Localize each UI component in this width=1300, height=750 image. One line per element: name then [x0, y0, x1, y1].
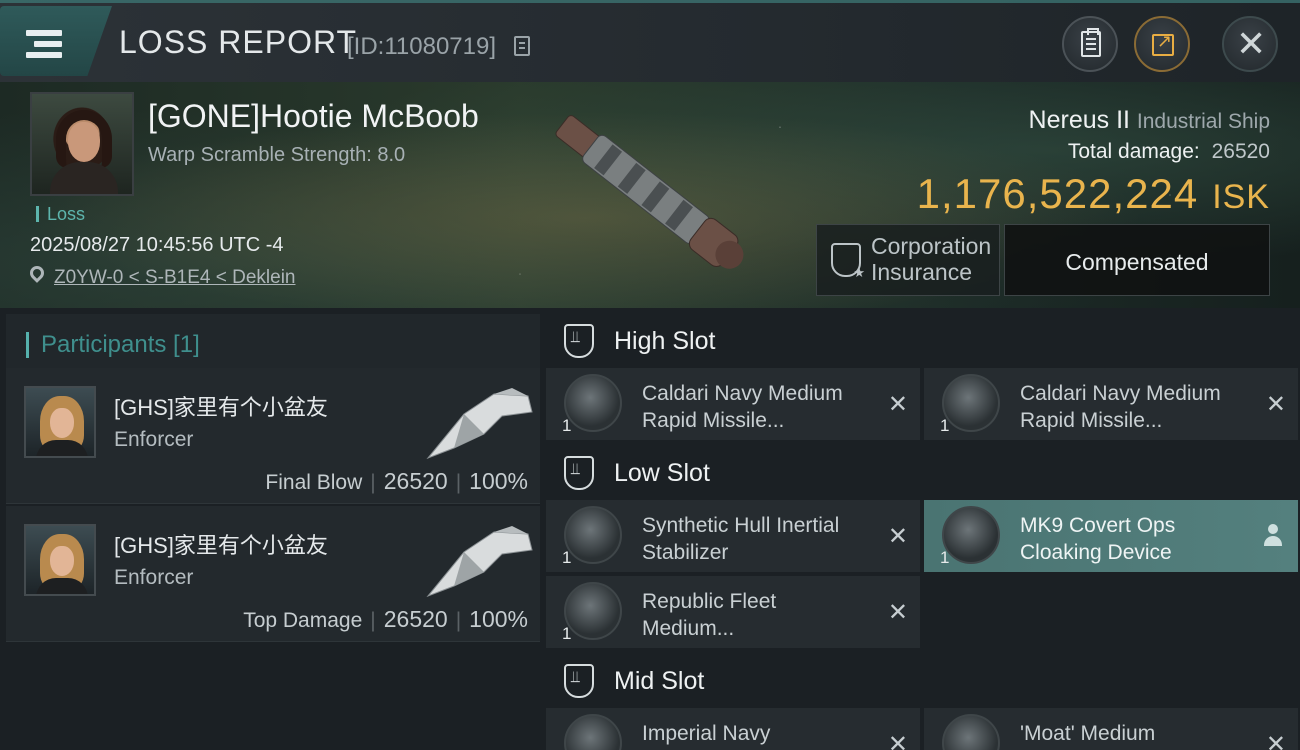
participant-stats: Top Damage | 26520 | 100%	[243, 606, 528, 632]
low-slot-title: Low Slot	[614, 459, 710, 487]
ship-render	[555, 115, 744, 269]
location-link[interactable]: Z0YW-0 < S-B1E4 < Deklein	[54, 267, 295, 289]
participant-ship: Enforcer	[114, 428, 194, 451]
module-name: Synthetic Hull Inertial Stabilizer	[642, 514, 840, 564]
hamburger-icon	[26, 30, 62, 58]
loss-tag: Loss	[36, 205, 85, 223]
participant-avatar[interactable]	[24, 386, 96, 458]
participant-ship-icon	[426, 388, 533, 460]
share-button[interactable]	[1134, 16, 1190, 72]
isk-value-line: 1,176,522,224 ISK	[917, 170, 1270, 218]
high-slot-header: High Slot	[542, 310, 1300, 370]
warp-scramble-strength: Warp Scramble Strength: 8.0	[148, 144, 406, 166]
low-slot-header: Low Slot	[542, 442, 1300, 502]
compensation-label: Compensated	[1065, 249, 1209, 275]
menu-button[interactable]	[0, 6, 112, 76]
module-item[interactable]: 1 'Moat' Medium ✕	[924, 708, 1298, 750]
destroyed-x-icon: ✕	[887, 391, 908, 418]
person-icon	[1264, 524, 1282, 546]
module-icon	[942, 714, 1000, 750]
destroyed-x-icon: ✕	[1265, 731, 1286, 750]
module-name: Imperial Navy	[642, 722, 771, 745]
close-button[interactable]: ✕	[1222, 16, 1278, 72]
victim-avatar[interactable]	[30, 92, 134, 196]
module-item[interactable]: 1 Synthetic Hull Inertial Stabilizer ✕	[546, 500, 920, 572]
ship-name[interactable]: Nereus II	[1029, 106, 1130, 134]
header-accent-line	[0, 0, 1300, 3]
module-name: 'Moat' Medium	[1020, 722, 1156, 745]
victim-name[interactable]: [GONE]Hootie McBoob	[148, 98, 479, 135]
module-item[interactable]: 1 Caldari Navy Medium Rapid Missile... ✕	[924, 368, 1298, 440]
low-slot-icon	[564, 456, 594, 490]
participant-percent: 100%	[469, 468, 528, 494]
module-name: MK9 Covert Ops Cloaking Device	[1020, 514, 1176, 564]
high-slot-title: High Slot	[614, 327, 716, 355]
loss-banner: [GONE]Hootie McBoob Warp Scramble Streng…	[0, 82, 1300, 308]
participant-ship: Enforcer	[114, 566, 194, 589]
destroyed-x-icon: ✕	[887, 523, 908, 550]
participant-damage: 26520	[383, 606, 448, 632]
module-name: Caldari Navy Medium Rapid Missile...	[642, 382, 843, 432]
module-quantity: 1	[940, 548, 950, 567]
module-quantity: 1	[562, 416, 572, 435]
share-icon	[1152, 31, 1174, 56]
page-title: LOSS REPORT	[119, 23, 358, 61]
participant-ship-icon	[426, 526, 533, 598]
participant-damage: 26520	[383, 468, 448, 494]
high-slot-icon	[564, 324, 594, 358]
participant-card[interactable]: [GHS]家里有个小盆友 Enforcer Final Blow | 26520 | 1…	[6, 368, 540, 504]
participants-title: Participants [1]	[26, 332, 200, 358]
ship-name-line: Nereus II Industrial Ship	[1029, 106, 1270, 135]
module-item[interactable]: 1 Imperial Navy ✕	[546, 708, 920, 750]
participant-role: Final Blow	[265, 471, 363, 494]
participants-header: Participants [1]	[6, 314, 540, 372]
plate-icon	[564, 582, 622, 640]
destroyed-x-icon: ✕	[1265, 391, 1286, 418]
fitting-panel: High Slot 1 Caldari Navy MediumRapid Mis…	[542, 308, 1300, 750]
report-id: [ID:11080719]	[347, 33, 497, 60]
participant-name: [GHS]家里有个小盆友	[114, 395, 328, 420]
isk-value: 1,176,522,224	[916, 170, 1199, 217]
module-name: Caldari Navy Medium Rapid Missile...	[1020, 382, 1221, 432]
insurance-label: Corporation Insurance	[871, 233, 992, 285]
header-bar: LOSS REPORT [ID:11080719] ✕	[0, 0, 1300, 82]
total-damage-value: 26520	[1211, 140, 1270, 163]
isk-currency: ISK	[1212, 178, 1270, 216]
module-item[interactable]: 1 Republic Fleet Medium... ✕	[546, 576, 920, 648]
launcher-icon	[942, 374, 1000, 432]
ship-class: Industrial Ship	[1136, 110, 1270, 133]
total-damage-label: Total damage:	[1067, 140, 1200, 163]
cloaking-device-icon	[942, 506, 1000, 564]
destroyed-x-icon: ✕	[887, 731, 908, 750]
mid-slot-header: Mid Slot	[542, 650, 1300, 710]
compensation-status: Compensated	[1004, 224, 1270, 296]
copy-id-icon[interactable]	[514, 36, 530, 56]
launcher-icon	[564, 374, 622, 432]
corporation-insurance-badge[interactable]: Corporation Insurance	[816, 224, 1000, 296]
destroyed-x-icon: ✕	[887, 599, 908, 626]
participant-stats: Final Blow | 26520 | 100%	[265, 468, 528, 494]
module-item-selected[interactable]: 1 MK9 Covert Ops Cloaking Device	[924, 500, 1298, 572]
shield-icon	[831, 243, 865, 281]
clipboard-button[interactable]	[1062, 16, 1118, 72]
participant-role: Top Damage	[243, 609, 363, 632]
module-quantity: 1	[562, 624, 572, 643]
module-item[interactable]: 1 Caldari Navy Medium Rapid Missile... ✕	[546, 368, 920, 440]
module-quantity: 1	[940, 416, 950, 435]
module-name: Republic Fleet Medium...	[642, 590, 777, 640]
participants-panel: Participants [1] [GHS]家里有个小盆友 Enforcer F…	[0, 308, 542, 750]
module-icon	[564, 714, 622, 750]
clipboard-icon	[1081, 28, 1101, 57]
total-damage-line: Total damage: 26520	[1068, 140, 1270, 164]
stabilizer-icon	[564, 506, 622, 564]
module-quantity: 1	[562, 548, 572, 567]
participant-card[interactable]: [GHS]家里有个小盆友 Enforcer Top Damage | 26520 | 1…	[6, 506, 540, 642]
close-icon: ✕	[1236, 23, 1267, 64]
participant-avatar[interactable]	[24, 524, 96, 596]
loss-datetime: 2025/08/27 10:45:56 UTC -4	[30, 234, 284, 256]
participant-percent: 100%	[469, 606, 528, 632]
participant-name: [GHS]家里有个小盆友	[114, 533, 328, 558]
mid-slot-icon	[564, 664, 594, 698]
mid-slot-title: Mid Slot	[614, 667, 705, 695]
